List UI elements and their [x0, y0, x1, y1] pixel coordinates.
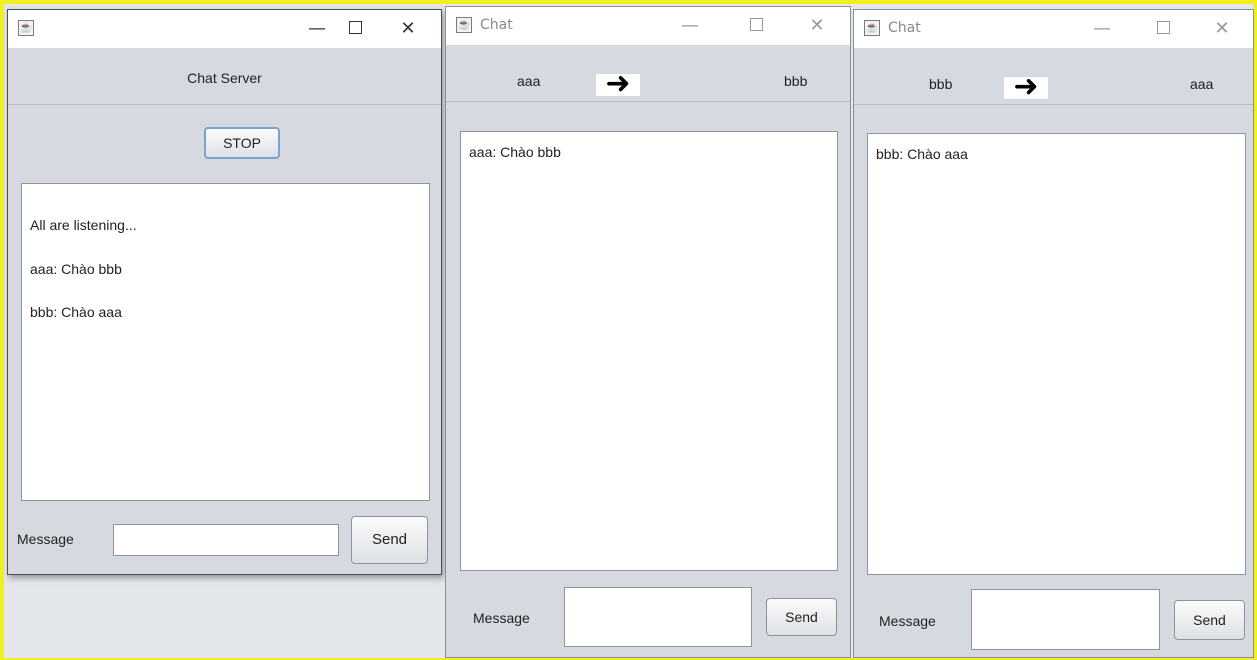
- message-label: Message: [879, 613, 936, 629]
- chat-titlebar[interactable]: ☕ Chat — ✕: [446, 7, 850, 45]
- send-button[interactable]: Send: [1174, 600, 1245, 640]
- stop-button[interactable]: STOP: [204, 127, 280, 159]
- chat-window-bbb: ☕ Chat — ✕ bbb ➜ aaa bbb: Chào aaa Messa…: [853, 9, 1254, 658]
- java-coffee-icon: ☕: [864, 20, 880, 36]
- window-title: Chat: [888, 20, 921, 36]
- window-title: Chat: [480, 17, 513, 33]
- maximize-button[interactable]: [743, 13, 769, 39]
- chat-header: bbb ➜ aaa: [854, 48, 1253, 105]
- chat-titlebar[interactable]: ☕ Chat — ✕: [854, 10, 1253, 48]
- server-window: ☕ — ✕ Chat Server STOP All are listening…: [7, 9, 442, 575]
- server-titlebar[interactable]: ☕ — ✕: [8, 10, 441, 48]
- send-button[interactable]: Send: [766, 598, 837, 636]
- log-line: aaa: Chào bbb: [30, 261, 122, 277]
- server-header: Chat Server: [8, 48, 441, 105]
- send-button[interactable]: Send: [351, 516, 428, 564]
- maximize-button[interactable]: [342, 16, 368, 42]
- close-button[interactable]: ✕: [804, 13, 830, 39]
- chat-header: aaa ➜ bbb: [446, 45, 850, 102]
- maximize-button[interactable]: [1150, 16, 1176, 42]
- chat-message: bbb: Chào aaa: [876, 146, 968, 162]
- chat-history[interactable]: aaa: Chào bbb: [460, 131, 838, 571]
- message-input[interactable]: [113, 524, 339, 556]
- message-label: Message: [17, 531, 74, 547]
- recipient-name: aaa: [1190, 76, 1214, 92]
- sender-name: aaa: [517, 73, 541, 89]
- log-line: All are listening...: [30, 217, 137, 233]
- message-label: Message: [473, 610, 530, 626]
- minimize-button[interactable]: —: [1089, 16, 1115, 42]
- log-line: bbb: Chào aaa: [30, 304, 122, 320]
- right-arrow-icon: ➜: [1004, 72, 1048, 102]
- recipient-name: bbb: [784, 73, 808, 89]
- close-button[interactable]: ✕: [395, 16, 421, 42]
- java-coffee-icon: ☕: [456, 17, 472, 33]
- java-coffee-icon: ☕: [18, 20, 34, 36]
- close-button[interactable]: ✕: [1209, 16, 1235, 42]
- right-arrow-icon: ➜: [596, 69, 640, 99]
- chat-history[interactable]: bbb: Chào aaa: [867, 133, 1246, 575]
- server-heading: Chat Server: [187, 70, 262, 86]
- sender-name: bbb: [929, 76, 953, 92]
- minimize-button[interactable]: —: [304, 16, 330, 42]
- message-input[interactable]: [971, 589, 1160, 650]
- chat-window-aaa: ☕ Chat — ✕ aaa ➜ bbb aaa: Chào bbb Messa…: [445, 6, 851, 658]
- chat-message: aaa: Chào bbb: [469, 144, 561, 160]
- message-input[interactable]: [564, 587, 752, 647]
- server-log[interactable]: All are listening... aaa: Chào bbb bbb: …: [21, 183, 430, 501]
- minimize-button[interactable]: —: [677, 13, 703, 39]
